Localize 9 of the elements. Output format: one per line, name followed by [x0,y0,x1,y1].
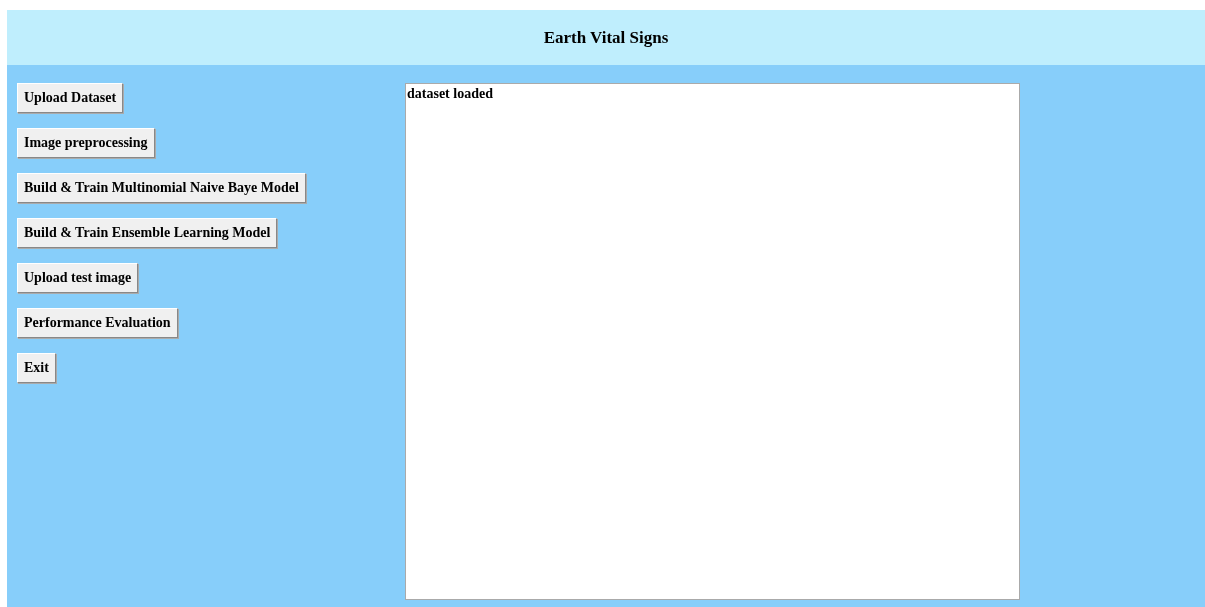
window-title: Earth Vital Signs [543,26,669,49]
action-button[interactable]: Image preprocessing [17,128,155,158]
output-text-area[interactable]: dataset loaded [405,83,1020,600]
action-button[interactable]: Upload test image [17,263,139,293]
action-button[interactable]: Build & Train Ensemble Learning Model [17,218,278,248]
action-button[interactable]: Upload Dataset [17,83,124,113]
action-button[interactable]: Exit [17,353,56,383]
action-button[interactable]: Performance Evaluation [17,308,178,338]
action-button[interactable]: Build & Train Multinomial Naive Baye Model [17,173,306,203]
